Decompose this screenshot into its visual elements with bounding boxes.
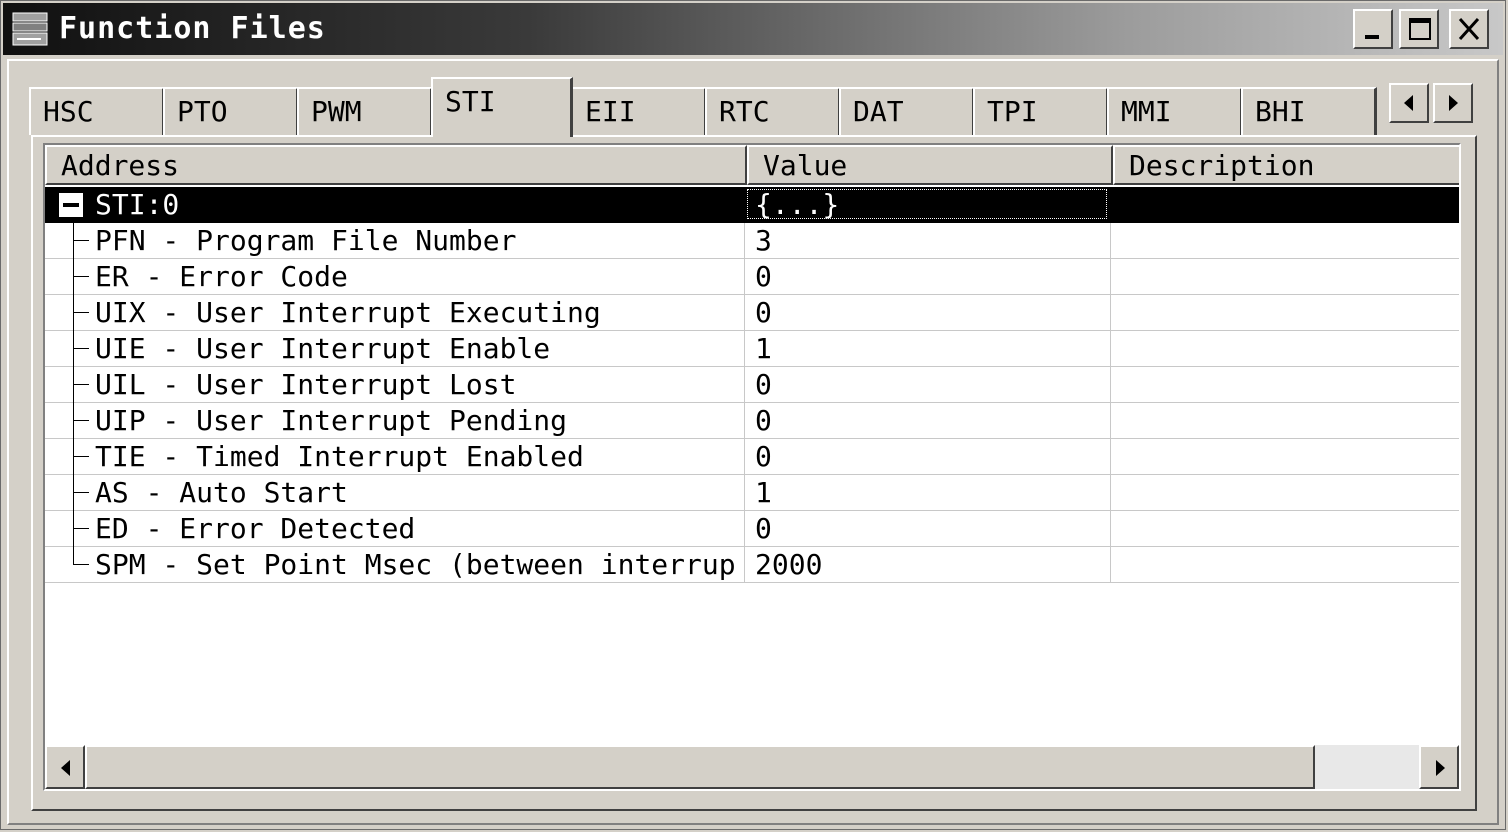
row-address: UIL - User Interrupt Lost [95,368,517,401]
scroll-left-button[interactable] [45,745,85,789]
table-row[interactable]: UIX - User Interrupt Executing 0 [45,295,1459,331]
function-files-window: Function Files HSC PTO PWM STI EII RTC D… [0,0,1506,830]
tab-scroll-right-button[interactable] [1433,83,1473,123]
table-row[interactable]: UIL - User Interrupt Lost 0 [45,367,1459,403]
tab-tpi[interactable]: TPI [973,87,1109,135]
row-value[interactable]: 0 [755,404,772,437]
client-area: HSC PTO PWM STI EII RTC DAT TPI MMI BHI … [7,59,1499,825]
window-app-icon[interactable] [11,11,51,49]
column-header-description[interactable]: Description [1113,145,1459,185]
tab-eii[interactable]: EII [571,87,707,135]
tab-rtc[interactable]: RTC [705,87,841,135]
table-row[interactable]: UIE - User Interrupt Enable 1 [45,331,1459,367]
maximize-button[interactable] [1399,9,1439,49]
table-row[interactable]: TIE - Timed Interrupt Enabled 0 [45,439,1459,475]
tab-sti[interactable]: STI [431,77,573,137]
row-description[interactable] [1111,547,1459,583]
row-address: AS - Auto Start [95,476,348,509]
row-description[interactable] [1111,331,1459,367]
arrow-left-icon [61,760,70,776]
maximize-icon [1409,18,1431,40]
focus-rect [747,189,1107,219]
row-description[interactable] [1111,475,1459,511]
table-row[interactable]: ED - Error Detected 0 [45,511,1459,547]
row-description[interactable] [1111,367,1459,403]
minimize-button[interactable] [1353,9,1393,49]
row-description[interactable] [1111,259,1459,295]
tab-scroll-left-button[interactable] [1389,83,1429,123]
row-address: UIX - User Interrupt Executing [95,296,601,329]
row-value[interactable]: 2000 [755,548,822,581]
row-value[interactable]: 3 [755,224,772,257]
row-description[interactable] [1111,439,1459,475]
close-icon [1458,17,1480,41]
scroll-thumb[interactable] [85,745,1315,789]
table-row[interactable]: PFN - Program File Number 3 [45,223,1459,259]
row-value[interactable]: 1 [755,332,772,365]
tab-mmi[interactable]: MMI [1107,87,1243,135]
row-value[interactable]: 0 [755,368,772,401]
table-row-root[interactable]: STI:0 {...} [45,187,1459,223]
arrow-right-icon [1436,760,1445,776]
row-value[interactable]: 0 [755,260,772,293]
row-value[interactable]: 0 [755,440,772,473]
tab-dat[interactable]: DAT [839,87,975,135]
row-address: TIE - Timed Interrupt Enabled [95,440,584,473]
column-header-value[interactable]: Value [747,145,1113,185]
column-header-address[interactable]: Address [45,145,747,185]
row-description[interactable] [1111,223,1459,259]
row-description[interactable] [1111,511,1459,547]
data-grid: Address Value Description STI:0 {...} PF [43,143,1461,791]
horizontal-scrollbar[interactable] [45,745,1459,789]
tab-bhi[interactable]: BHI [1241,87,1377,135]
row-description[interactable] [1111,295,1459,331]
title-bar[interactable]: Function Files [3,3,1503,55]
row-address: PFN - Program File Number [95,224,517,257]
row-address: ER - Error Code [95,260,348,293]
table-row[interactable]: SPM - Set Point Msec (between interrup 2… [45,547,1459,583]
row-description[interactable] [1111,403,1459,439]
row-address: SPM - Set Point Msec (between interrup [95,548,736,581]
arrow-left-icon [1404,95,1413,111]
table-row[interactable]: ER - Error Code 0 [45,259,1459,295]
arrow-right-icon [1449,95,1458,111]
tab-hsc[interactable]: HSC [29,87,165,135]
tab-pwm[interactable]: PWM [297,87,433,135]
row-address: ED - Error Detected [95,512,416,545]
row-value[interactable]: 1 [755,476,772,509]
row-address: UIP - User Interrupt Pending [95,404,568,437]
scroll-right-button[interactable] [1419,745,1459,789]
tab-panel: Address Value Description STI:0 {...} PF [31,135,1477,811]
minimize-icon [1365,35,1379,39]
close-button[interactable] [1449,9,1489,49]
window-title: Function Files [59,11,326,46]
row-value[interactable]: 0 [755,512,772,545]
table-row[interactable]: UIP - User Interrupt Pending 0 [45,403,1459,439]
row-address: STI:0 [95,188,180,221]
tab-pto[interactable]: PTO [163,87,299,135]
row-address: UIE - User Interrupt Enable [95,332,551,365]
row-value[interactable]: 0 [755,296,772,329]
table-row[interactable]: AS - Auto Start 1 [45,475,1459,511]
collapse-icon[interactable] [59,193,83,217]
